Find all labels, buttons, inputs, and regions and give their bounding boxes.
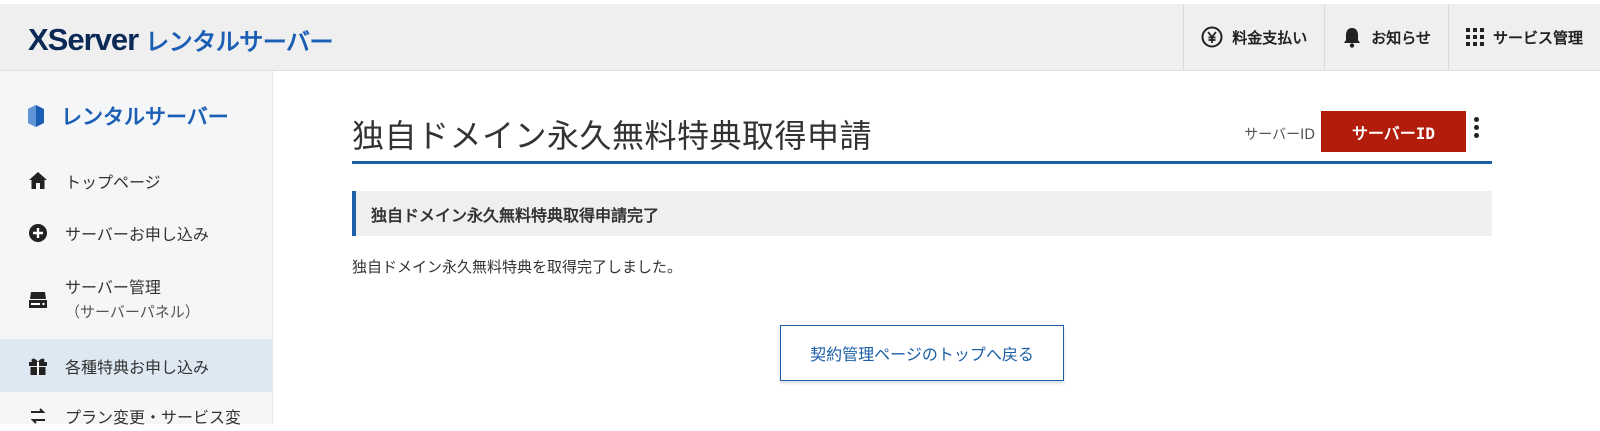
- logo-main: XServer: [28, 22, 139, 57]
- swap-icon: [28, 406, 48, 426]
- sidebar-item-top[interactable]: トップページ: [0, 166, 272, 196]
- page-title: 独自ドメイン永久無料特典取得申請: [352, 117, 873, 155]
- header-nav: 料金支払い お知らせ サービス管理: [1183, 4, 1600, 70]
- sidebar-item-plan-change[interactable]: プラン変更・サービス変: [0, 401, 272, 431]
- sidebar-item-server-panel-text: サーバー管理 （サーバーパネル）: [65, 275, 200, 325]
- sidebar-item-order-label: サーバーお申し込み: [65, 225, 209, 244]
- logo-sub: レンタルサーバー: [145, 28, 333, 56]
- more-vertical-icon[interactable]: [1472, 115, 1480, 145]
- sidebar-item-benefits-label: 各種特典お申し込み: [65, 357, 210, 377]
- plus-circle-icon: [28, 223, 48, 243]
- sidebar-item-plan-change-label: プラン変更・サービス変: [65, 408, 242, 427]
- sidebar-title[interactable]: レンタルサーバー: [26, 101, 229, 131]
- sidebar-item-server-panel[interactable]: サーバー管理 （サーバーパネル）: [0, 269, 272, 331]
- bell-icon: [1342, 26, 1362, 48]
- home-icon: [28, 171, 48, 191]
- page-title-row: 独自ドメイン永久無料特典取得申請 サーバーID サーバーID: [352, 109, 1492, 164]
- sidebar-item-top-label: トップページ: [65, 173, 161, 192]
- server-id-button[interactable]: サーバーID: [1321, 111, 1466, 152]
- sidebar-item-server-panel-sub: （サーバーパネル）: [65, 303, 200, 321]
- yen-icon: [1201, 26, 1223, 48]
- server-icon: [28, 290, 48, 310]
- sidebar-item-benefits[interactable]: 各種特典お申し込み: [0, 339, 272, 392]
- nav-payment[interactable]: 料金支払い: [1183, 4, 1324, 70]
- nav-service[interactable]: サービス管理: [1447, 4, 1600, 70]
- sidebar-item-server-panel-label: サーバー管理: [65, 278, 161, 297]
- completion-message: 独自ドメイン永久無料特典を取得完了しました。: [352, 258, 683, 276]
- section-heading: 独自ドメイン永久無料特典取得申請完了: [352, 191, 1492, 236]
- rental-server-icon: [26, 104, 46, 128]
- sidebar-title-label: レンタルサーバー: [61, 105, 229, 129]
- gift-icon: [28, 356, 48, 376]
- nav-notice[interactable]: お知らせ: [1324, 4, 1448, 70]
- nav-service-label: サービス管理: [1492, 28, 1583, 47]
- sidebar: レンタルサーバー トップページ サーバーお申し込み サーバー管理 （サーバーパネ…: [0, 71, 273, 427]
- nav-notice-label: お知らせ: [1371, 28, 1431, 47]
- back-to-top-button[interactable]: 契約管理ページのトップへ戻る: [780, 325, 1064, 381]
- xserver-logo[interactable]: XServer レンタルサーバー: [28, 22, 333, 58]
- grid-icon: [1465, 28, 1484, 46]
- server-id-label: サーバーID: [1244, 127, 1315, 143]
- top-header: XServer レンタルサーバー 料金支払い お知らせ サービス管理: [0, 4, 1600, 71]
- sidebar-item-order[interactable]: サーバーお申し込み: [0, 218, 272, 248]
- nav-payment-label: 料金支払い: [1232, 28, 1308, 47]
